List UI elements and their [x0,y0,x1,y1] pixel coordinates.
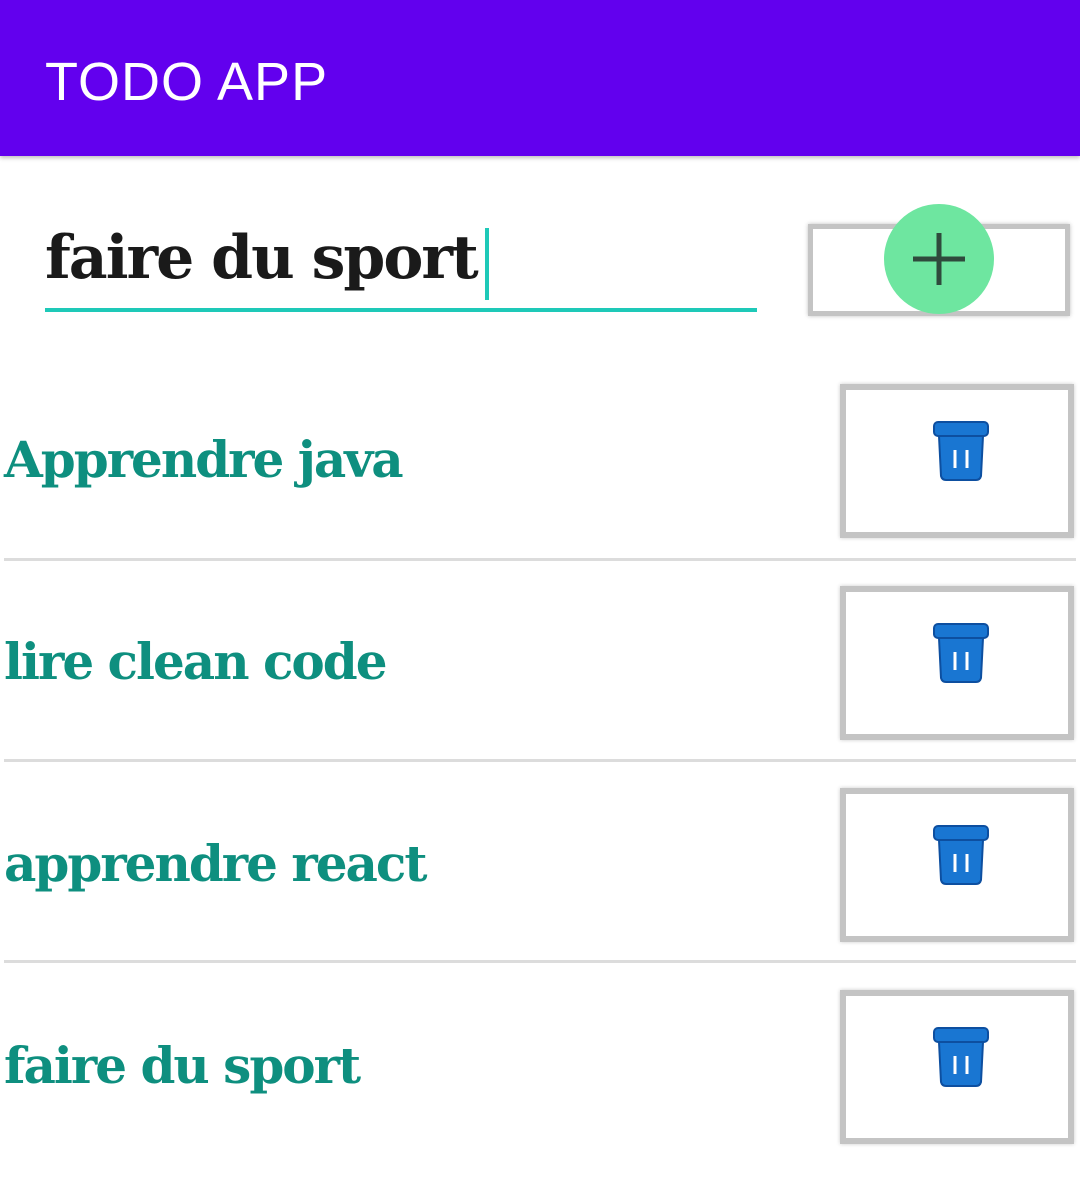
delete-button[interactable] [840,990,1074,1144]
new-task-input-field[interactable]: faire du sport [45,212,757,312]
trash-icon [933,421,989,481]
list-divider [4,759,1076,762]
trash-icon [933,825,989,885]
list-divider [4,558,1076,561]
trash-icon [933,623,989,683]
text-caret [485,228,489,300]
list-item: apprendre react [0,784,1080,984]
task-label: Apprendre java [4,430,404,489]
app-bar: TODO APP [0,0,1080,156]
app-title: TODO APP [45,52,329,112]
plus-icon [913,233,965,285]
list-item: lire clean code [0,582,1080,782]
delete-button[interactable] [840,788,1074,942]
list-item: Apprendre java [0,380,1080,580]
delete-button[interactable] [840,384,1074,538]
task-label: apprendre react [4,834,427,893]
add-task-button[interactable] [884,204,994,314]
new-task-input[interactable]: faire du sport [45,218,479,298]
list-divider [4,960,1076,963]
list-item: faire du sport [0,986,1080,1186]
task-label: lire clean code [4,632,388,691]
task-label: faire du sport [4,1036,361,1095]
delete-button[interactable] [840,586,1074,740]
trash-icon [933,1027,989,1087]
